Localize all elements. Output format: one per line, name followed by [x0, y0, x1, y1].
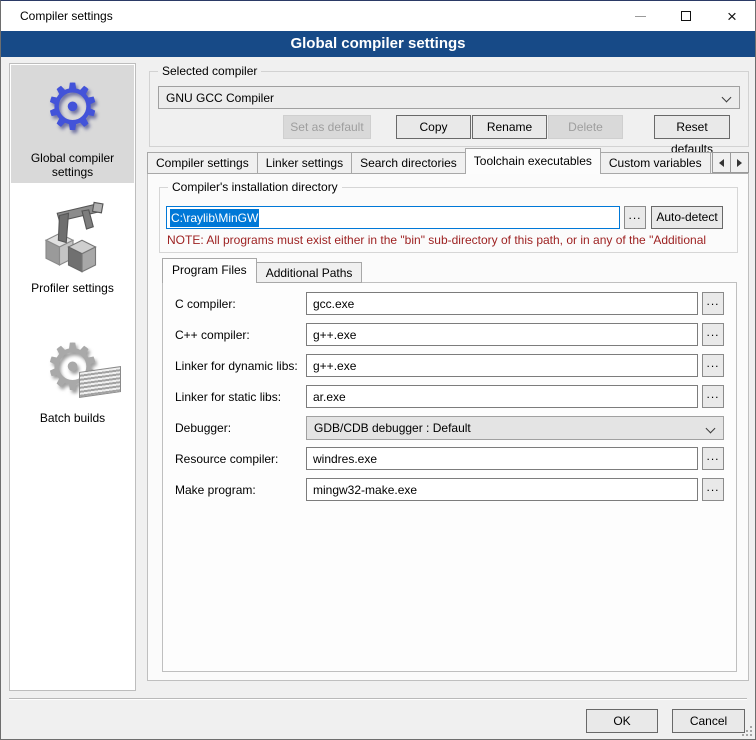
browse-c-compiler-button[interactable]: ... [702, 323, 724, 346]
subtab-program-files[interactable]: Program Files [162, 258, 257, 283]
cancel-button[interactable]: Cancel [672, 709, 745, 733]
linker-for-static-libs-input[interactable]: ar.exe [306, 385, 698, 408]
field-row-c-compiler: C++ compiler: g++.exe... [175, 323, 724, 346]
c-compiler-input[interactable]: gcc.exe [306, 292, 698, 315]
debugger-select[interactable]: GDB/CDB debugger : Default [306, 416, 724, 440]
selected-compiler-group-label: Selected compiler [158, 64, 261, 78]
sidebar-item-label: Global compiler settings [11, 151, 134, 179]
browse-linker-for-static-libs-button[interactable]: ... [702, 385, 724, 408]
minimize-icon [635, 16, 646, 17]
ok-button[interactable]: OK [586, 709, 658, 733]
maximize-icon [681, 11, 691, 21]
program-tabs: Program FilesAdditional Paths [162, 261, 361, 283]
select-value: GDB/CDB debugger : Default [314, 421, 471, 435]
field-row-c-compiler: C compiler: gcc.exe... [175, 292, 724, 315]
gear-blue-icon: ⚙ [11, 65, 134, 151]
auto-detect-button[interactable]: Auto-detect [651, 206, 723, 229]
titlebar: Compiler settings × [1, 1, 755, 31]
field-label: C++ compiler: [175, 328, 306, 342]
tab-linker-settings[interactable]: Linker settings [257, 152, 352, 174]
input-value: gcc.exe [313, 297, 354, 311]
compiler-select[interactable]: GNU GCC Compiler [158, 86, 740, 109]
page-title: Global compiler settings [1, 31, 755, 57]
browse-resource-compiler-button[interactable]: ... [702, 447, 724, 470]
triangle-right-icon [737, 159, 742, 167]
installation-directory-value: C:\raylib\MinGW [170, 209, 259, 227]
field-row-linker-for-static-libs: Linker for static libs: ar.exe... [175, 385, 724, 408]
sidebar-item-global-compiler-settings[interactable]: ⚙Global compiler settings [11, 65, 134, 183]
close-icon: × [727, 8, 737, 25]
field-label: Debugger: [175, 421, 306, 435]
set-as-default-button: Set as default [283, 115, 371, 139]
tab-scroll-arrows [713, 152, 749, 173]
subtab-additional-paths[interactable]: Additional Paths [256, 262, 363, 283]
profiler-caliper-icon [11, 195, 134, 281]
sidebar-item-label: Batch builds [36, 411, 109, 425]
linker-for-dynamic-libs-input[interactable]: g++.exe [306, 354, 698, 377]
compiler-select-value: GNU GCC Compiler [166, 91, 274, 105]
tab-search-directories[interactable]: Search directories [351, 152, 466, 174]
resize-grip[interactable] [742, 726, 752, 736]
installation-directory-input[interactable]: C:\raylib\MinGW [166, 206, 620, 229]
installation-directory-group: Compiler's installation directory C:\ray… [159, 187, 738, 253]
make-program-input[interactable]: mingw32-make.exe [306, 478, 698, 501]
sidebar: ⚙Global compiler settingsProfiler settin… [9, 63, 136, 691]
close-button[interactable]: × [709, 1, 755, 31]
field-label: Resource compiler: [175, 452, 306, 466]
browse-c-compiler-button[interactable]: ... [702, 292, 724, 315]
rename-button[interactable]: Rename [472, 115, 547, 139]
settings-tabs: Compiler settingsLinker settingsSearch d… [147, 151, 749, 174]
input-value: mingw32-make.exe [313, 483, 417, 497]
gear-stack-icon: ⚙ [11, 325, 134, 411]
field-row-linker-for-dynamic-libs: Linker for dynamic libs: g++.exe... [175, 354, 724, 377]
chevron-down-icon [706, 423, 716, 433]
browse-linker-for-dynamic-libs-button[interactable]: ... [702, 354, 724, 377]
note-text: NOTE: All programs must exist either in … [167, 233, 735, 247]
sidebar-item-profiler-settings[interactable]: Profiler settings [11, 195, 134, 313]
installation-directory-group-label: Compiler's installation directory [168, 180, 342, 194]
footer-divider [9, 698, 747, 700]
sidebar-item-label: Profiler settings [27, 281, 118, 295]
field-label: Make program: [175, 483, 306, 497]
chevron-down-icon [722, 93, 732, 103]
sidebar-item-batch-builds[interactable]: ⚙Batch builds [11, 325, 134, 443]
window-controls: × [617, 1, 755, 31]
triangle-left-icon [719, 159, 724, 167]
tab-scroll-right-button[interactable] [730, 152, 749, 173]
copy-button[interactable]: Copy [396, 115, 471, 139]
field-row-resource-compiler: Resource compiler: windres.exe... [175, 447, 724, 470]
minimize-button[interactable] [617, 1, 663, 31]
delete-button: Delete [548, 115, 623, 139]
toolchain-executables-panel: Compiler's installation directory C:\ray… [147, 173, 749, 681]
field-label: Linker for static libs: [175, 390, 306, 404]
maximize-button[interactable] [663, 1, 709, 31]
paper-stack-icon [79, 366, 121, 398]
program-files-panel: C compiler: gcc.exe... C++ compiler: g++.ex… [162, 282, 737, 672]
tab-scroll-left-button[interactable] [712, 152, 731, 173]
input-value: ar.exe [313, 390, 346, 404]
field-row-debugger: Debugger: GDB/CDB debugger : Default [175, 416, 724, 439]
tab-toolchain-executables[interactable]: Toolchain executables [465, 148, 601, 174]
c-compiler-input[interactable]: g++.exe [306, 323, 698, 346]
browse-directory-button[interactable]: ... [624, 206, 646, 229]
field-label: C compiler: [175, 297, 306, 311]
tab-compiler-settings[interactable]: Compiler settings [147, 152, 258, 174]
input-value: g++.exe [313, 359, 356, 373]
browse-make-program-button[interactable]: ... [702, 478, 724, 501]
field-row-make-program: Make program: mingw32-make.exe... [175, 478, 724, 501]
input-value: windres.exe [313, 452, 377, 466]
input-value: g++.exe [313, 328, 356, 342]
field-label: Linker for dynamic libs: [175, 359, 306, 373]
resource-compiler-input[interactable]: windres.exe [306, 447, 698, 470]
tab-custom-variables[interactable]: Custom variables [600, 152, 711, 174]
window-title: Compiler settings [20, 9, 113, 23]
reset-defaults-button[interactable]: Reset defaults [654, 115, 730, 139]
compiler-settings-dialog: Compiler settings × Global compiler sett… [0, 0, 756, 740]
selected-compiler-group: Selected compiler GNU GCC Compiler Set a… [149, 71, 749, 147]
